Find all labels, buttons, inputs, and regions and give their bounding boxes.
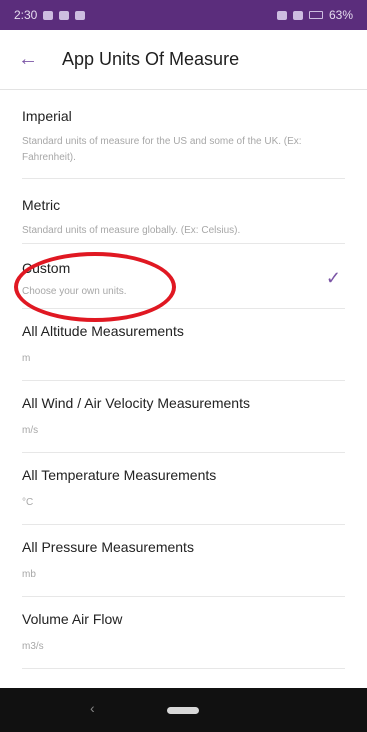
battery-level: 63%: [328, 8, 353, 22]
unit-title: All Pressure Measurements: [22, 539, 194, 555]
unit-title: All Temperature Measurements: [22, 467, 217, 483]
signal-icon: [292, 10, 303, 20]
status-time: 2:30: [14, 8, 38, 22]
notification-icon: [43, 10, 54, 20]
option-title: Imperial: [22, 108, 72, 124]
arrow-left-icon: ←: [18, 48, 38, 70]
system-nav-bar: ‹: [0, 688, 367, 732]
option-description: Standard units of measure for the US and…: [22, 136, 302, 163]
unit-title: Volume Air Flow: [22, 611, 123, 627]
unit-row-pressure[interactable]: All Pressure Measurements mb: [22, 525, 345, 597]
unit-row-wind[interactable]: All Wind / Air Velocity Measurements m/s: [22, 381, 345, 453]
option-custom[interactable]: Custom Choose your own units. ✓: [22, 244, 345, 309]
unit-title: All Altitude Measurements: [22, 323, 184, 339]
mail-icon: [75, 10, 86, 20]
option-description: Standard units of measure globally. (Ex:…: [22, 225, 241, 236]
unit-value: m3/s: [22, 641, 44, 652]
status-bar: 2:30 63%: [0, 0, 367, 30]
unit-row-volume-air-flow[interactable]: Volume Air Flow m3/s: [22, 597, 345, 669]
unit-title: All Wind / Air Velocity Measurements: [22, 395, 250, 411]
status-right: 63%: [276, 8, 353, 22]
status-left: 2:30: [14, 8, 86, 22]
page-title: App Units Of Measure: [62, 49, 240, 69]
unit-value: m: [22, 353, 31, 364]
settings-list: Imperial Standard units of measure for t…: [0, 90, 367, 669]
option-title: Custom: [22, 260, 71, 276]
unit-value: mb: [22, 569, 36, 580]
back-button[interactable]: ←: [14, 46, 42, 74]
nav-home-pill[interactable]: [167, 707, 199, 714]
battery-icon: [308, 11, 323, 19]
option-title: Metric: [22, 197, 61, 213]
unit-value: m/s: [22, 425, 39, 436]
unit-row-temperature[interactable]: All Temperature Measurements °C: [22, 453, 345, 525]
option-metric[interactable]: Metric Standard units of measure globall…: [22, 179, 345, 244]
unit-row-altitude[interactable]: All Altitude Measurements m: [22, 309, 345, 381]
nav-back-icon[interactable]: ‹: [90, 700, 95, 716]
option-description: Choose your own units.: [22, 286, 127, 297]
unit-value: °C: [22, 497, 34, 508]
notification-icon: [59, 10, 70, 20]
app-bar: ← App Units Of Measure: [0, 30, 367, 90]
check-icon: ✓: [325, 268, 341, 288]
option-imperial[interactable]: Imperial Standard units of measure for t…: [22, 90, 345, 179]
wifi-icon: [276, 10, 287, 20]
